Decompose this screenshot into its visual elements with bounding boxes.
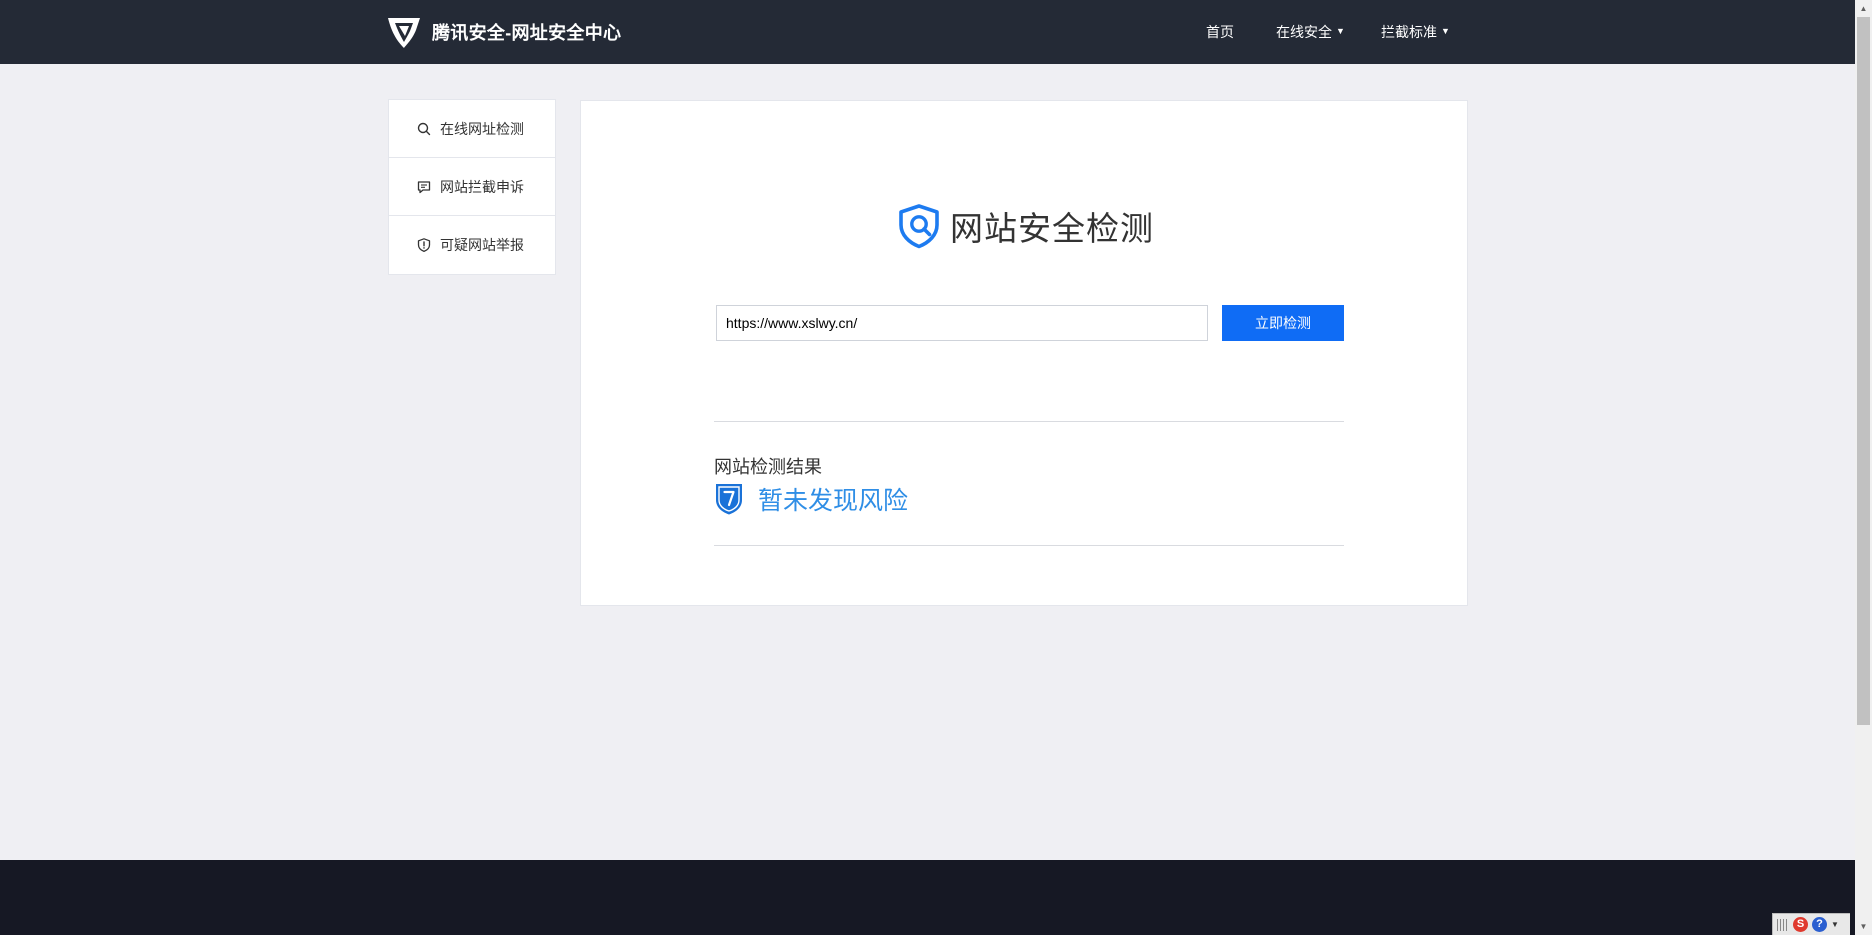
scrollbar-thumb[interactable] xyxy=(1857,17,1870,725)
sidebar-item-online-url-check[interactable]: 在线网址检测 xyxy=(389,100,555,158)
side-menu: 在线网址检测 网站拦截申诉 可疑网站举报 xyxy=(388,99,556,275)
expand-arrow-icon[interactable]: ▼ xyxy=(1831,920,1839,929)
nav-intercept-standard-label: 拦截标准 xyxy=(1381,24,1437,40)
sidebar-item-label: 在线网址检测 xyxy=(440,120,524,137)
tencent-security-logo-icon xyxy=(388,18,420,48)
nav-home-label: 首页 xyxy=(1206,24,1234,40)
nav-online-security-label: 在线安全 xyxy=(1276,24,1332,40)
divider xyxy=(714,421,1344,422)
shield-search-icon xyxy=(899,204,939,249)
top-navbar: 腾讯安全-网址安全中心 首页 在线安全 ▼ 拦截标准 ▼ xyxy=(0,0,1855,64)
shield-alert-icon xyxy=(417,238,431,253)
page-title: 网站安全检测 xyxy=(950,210,1154,247)
sidebar-item-label: 网站拦截申诉 xyxy=(440,178,524,195)
scroll-down-arrow-icon[interactable]: ▼ xyxy=(1855,918,1872,935)
vertical-scrollbar[interactable]: ▲ ▼ xyxy=(1855,0,1872,935)
nav-online-security[interactable]: 在线安全 ▼ xyxy=(1276,0,1345,64)
sogou-input-icon[interactable]: S xyxy=(1793,917,1808,932)
sidebar-item-suspicious-report[interactable]: 可疑网站举报 xyxy=(389,216,555,274)
result-label: 网站检测结果 xyxy=(714,457,822,477)
nav-home[interactable]: 首页 xyxy=(1206,0,1234,64)
main-panel: 网站安全检测 立即检测 网站检测结果 暂未发现风险 xyxy=(580,100,1468,606)
ime-toolbar[interactable]: S ? ▼ xyxy=(1772,913,1850,935)
nav-intercept-standard[interactable]: 拦截标准 ▼ xyxy=(1381,0,1450,64)
result-status-text: 暂未发现风险 xyxy=(758,487,909,515)
shield-check-icon xyxy=(716,484,742,515)
footer xyxy=(0,860,1855,935)
caret-down-icon: ▼ xyxy=(1441,26,1450,36)
brand[interactable]: 腾讯安全-网址安全中心 xyxy=(386,14,621,50)
check-now-button[interactable]: 立即检测 xyxy=(1222,305,1344,341)
result-status: 暂未发现风险 xyxy=(714,482,908,516)
sidebar-item-label: 可疑网站举报 xyxy=(440,237,524,253)
divider xyxy=(714,545,1344,546)
caret-down-icon: ▼ xyxy=(1336,26,1345,36)
url-input[interactable] xyxy=(716,305,1208,341)
brand-title: 腾讯安全-网址安全中心 xyxy=(432,23,622,43)
grip-handle-icon[interactable] xyxy=(1777,918,1789,931)
scroll-up-arrow-icon[interactable]: ▲ xyxy=(1855,0,1872,17)
message-icon xyxy=(417,180,431,193)
search-icon xyxy=(417,122,431,135)
help-icon[interactable]: ? xyxy=(1812,917,1827,932)
sidebar-item-intercept-appeal[interactable]: 网站拦截申诉 xyxy=(389,158,555,216)
page-heading: 网站安全检测 xyxy=(896,203,1154,249)
